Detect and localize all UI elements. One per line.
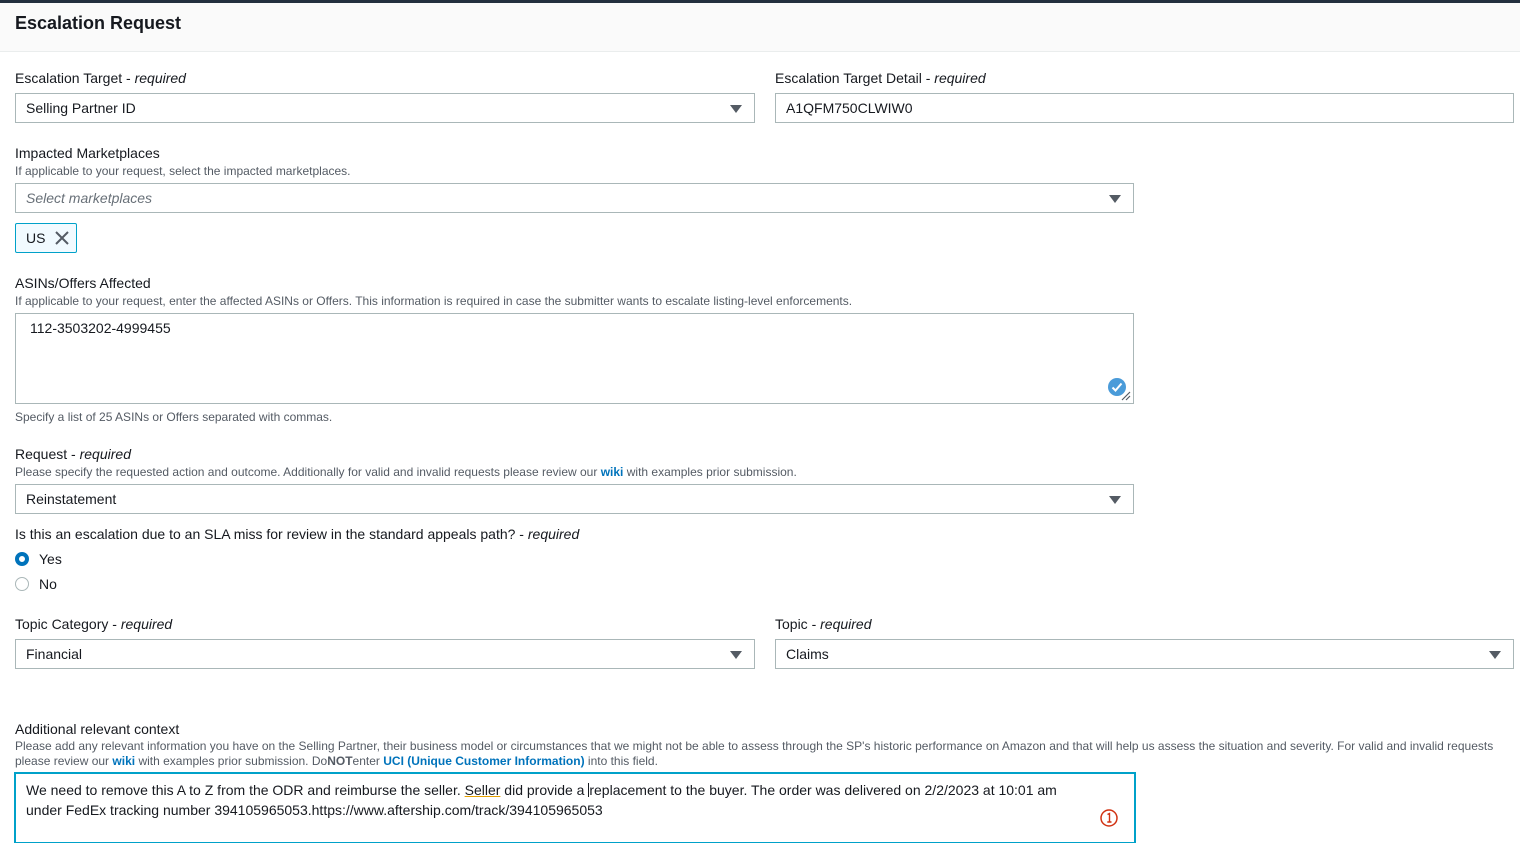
escalation-target-detail-input[interactable]: A1QFM750CLWIW0 <box>775 93 1514 123</box>
uci-link[interactable]: UCI (Unique Customer Information) <box>383 754 584 768</box>
marketplaces-description: If applicable to your request, select th… <box>15 164 351 178</box>
escalation-target-label: Escalation Target - required <box>15 70 186 86</box>
marketplaces-select[interactable]: Select marketplaces <box>15 183 1134 213</box>
request-select[interactable]: Reinstatement <box>15 484 1134 514</box>
request-description: Please specify the requested action and … <box>15 465 797 479</box>
topic-label: Topic - required <box>775 616 872 632</box>
asins-label: ASINs/Offers Affected <box>15 275 151 291</box>
topic-select[interactable]: Claims <box>775 639 1514 669</box>
caret-down-icon <box>730 651 742 659</box>
sla-question: Is this an escalation due to an SLA miss… <box>15 526 580 542</box>
caret-down-icon <box>730 105 742 113</box>
asins-hint: Specify a list of 25 ASINs or Offers sep… <box>15 410 333 424</box>
sla-no-label: No <box>39 576 57 592</box>
close-icon[interactable] <box>54 230 70 246</box>
topic-category-select[interactable]: Financial <box>15 639 755 669</box>
context-wiki-link[interactable]: wiki <box>112 754 135 768</box>
context-text-line-1: We need to remove this A to Z from the O… <box>26 782 1057 798</box>
asins-description: If applicable to your request, enter the… <box>15 294 853 308</box>
marketplaces-label: Impacted Marketplaces <box>15 145 160 161</box>
sla-yes-radio[interactable] <box>15 552 29 566</box>
request-wiki-link[interactable]: wiki <box>601 465 624 479</box>
caret-down-icon <box>1489 651 1501 659</box>
caret-down-icon <box>1109 195 1121 203</box>
request-label: Request - required <box>15 446 131 462</box>
resize-handle-icon[interactable] <box>1117 387 1131 401</box>
asins-textarea[interactable]: 112-3503202-4999455 <box>15 313 1134 404</box>
grammar-issue-icon[interactable] <box>1100 809 1118 827</box>
page-title: Escalation Request <box>15 13 182 33</box>
sla-yes-label: Yes <box>39 551 62 567</box>
caret-down-icon <box>1109 496 1121 504</box>
page-header: Escalation Request <box>0 3 1520 52</box>
context-textarea[interactable]: We need to remove this A to Z from the O… <box>15 773 1135 843</box>
marketplace-token-us: US <box>15 223 77 253</box>
escalation-target-select[interactable]: Selling Partner ID <box>15 93 755 123</box>
topic-category-label: Topic Category - required <box>15 616 173 632</box>
escalation-target-detail-label: Escalation Target Detail - required <box>775 70 986 86</box>
sla-no-radio[interactable] <box>15 577 29 591</box>
context-text-line-2: under FedEx tracking number 394105965053… <box>26 802 603 818</box>
context-description: Please add any relevant information you … <box>15 739 1494 768</box>
context-label: Additional relevant context <box>15 721 180 737</box>
